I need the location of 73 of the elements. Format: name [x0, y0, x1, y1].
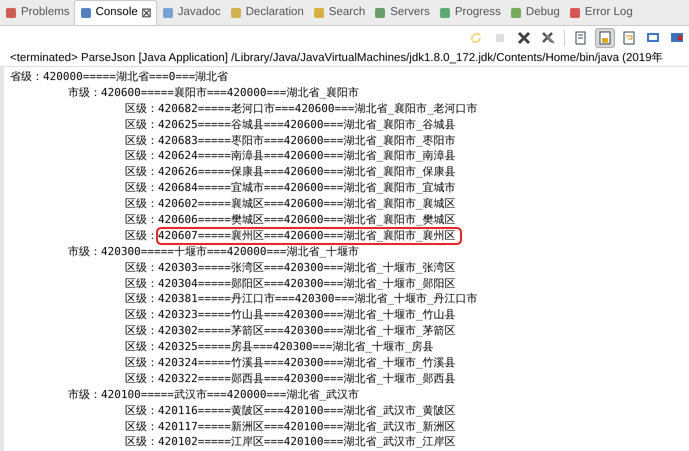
output-label: 区级：	[125, 196, 158, 212]
panel-tab[interactable]: Servers	[369, 0, 434, 25]
output-text: 420625=====谷城县===420600===湖北省_襄阳市_谷城县	[158, 116, 456, 133]
output-label: 区级：	[125, 434, 158, 450]
output-label: 区级：	[125, 370, 158, 387]
output-label: 区级：	[125, 100, 158, 117]
output-text: 420606=====樊城区===420600===湖北省_襄阳市_樊城区	[158, 212, 456, 228]
output-label: 区级：	[125, 116, 158, 133]
tab-icon	[508, 6, 523, 20]
output-label: 区级：	[125, 180, 158, 196]
highlighted-output-text: 420607=====襄州区===420600===湖北省_襄阳市_襄州区	[158, 228, 460, 243]
output-text: 420117=====新洲区===420100===湖北省_武汉市_新洲区	[158, 418, 456, 434]
tab-icon	[438, 6, 452, 20]
tab-icon	[373, 6, 388, 20]
output-text: 420325=====房县===420300===湖北省_十堰市_房县	[158, 339, 434, 356]
output-text: 420302=====茅箭区===420300===湖北省_十堰市_茅箭区	[158, 323, 456, 340]
output-label: 区级：	[125, 148, 158, 164]
panel-tab[interactable]: Console ⊠	[74, 0, 157, 25]
toolbar-button[interactable]	[595, 28, 615, 48]
output-label: 区级：	[125, 291, 158, 308]
output-text: 420102=====江岸区===420100===湖北省_武汉市_江岸区	[158, 434, 456, 450]
panel-tab[interactable]: Declaration	[224, 0, 308, 25]
output-label: 市级：	[68, 244, 101, 260]
output-text: 420683=====枣阳市===420600===湖北省_襄阳市_枣阳市	[158, 132, 456, 148]
output-label: 区级：	[125, 228, 158, 244]
close-icon	[516, 30, 532, 46]
tab-icon	[78, 6, 93, 20]
output-text: 420000=====湖北省===0===湖北省	[43, 69, 228, 85]
output-text: 420684=====宜城市===420600===湖北省_襄阳市_宜城市	[158, 180, 456, 196]
close-icon[interactable]: ⊠	[140, 3, 152, 23]
output-label: 区级：	[125, 276, 158, 292]
output-text: 420626=====保康县===420600===湖北省_襄阳市_保康县	[158, 164, 456, 180]
output-text: 420304=====郧阳区===420300===湖北省_十堰市_郧阳区	[158, 276, 456, 292]
panel-tab[interactable]: Error Log	[564, 0, 637, 25]
output-label: 区级：	[125, 164, 158, 180]
lock-document-icon	[597, 30, 613, 46]
panel-tab[interactable]: Search	[308, 0, 370, 25]
process-line: <terminated> ParseJson [Java Application] /Library/Java/JavaVirtualMachines/jdk1.8.0_172.jdk/Contents/Home/bin/java (2019年	[9, 50, 665, 66]
output-label: 区级：	[125, 355, 158, 371]
output-label: 区级：	[125, 323, 158, 340]
output-label: 区级：	[125, 212, 158, 228]
output-text: 420602=====襄城区===420600===湖北省_襄阳市_襄城区	[158, 196, 456, 212]
output-label: 区级：	[125, 132, 158, 148]
arrows-icon	[468, 30, 484, 46]
output-label: 区级：	[125, 307, 158, 324]
panel-tab[interactable]: Problems	[0, 0, 74, 25]
tab-icon	[4, 6, 18, 20]
double-x-icon	[540, 30, 556, 46]
output-label: 省级：	[10, 69, 43, 85]
output-label: 区级：	[125, 260, 158, 276]
output-text: 420100=====武汉市===420000===湖北省_武汉市	[101, 386, 359, 403]
output-text: 420381=====丹江口市===420300===湖北省_十堰市_丹江口市	[158, 291, 478, 308]
output-text: 420624=====南漳县===420600===湖北省_襄阳市_南漳县	[158, 148, 456, 164]
panel-tab[interactable]: Debug	[504, 0, 564, 25]
tab-icon	[228, 6, 243, 20]
tab-icon	[160, 6, 175, 20]
output-text: 420324=====竹溪县===420300===湖北省_十堰市_竹溪县	[158, 355, 456, 371]
panel-tab[interactable]: Javadoc	[156, 0, 225, 25]
output-label: 区级：	[125, 402, 158, 419]
output-text: 420323=====竹山县===420300===湖北省_十堰市_竹山县	[158, 307, 456, 324]
output-text: 420682=====老河口市===420600===湖北省_襄阳市_老河口市	[158, 100, 478, 117]
output-label: 区级：	[125, 339, 158, 356]
output-label: 区级：	[125, 418, 158, 434]
tab-icon	[312, 6, 326, 20]
output-text: 420300=====十堰市===420000===湖北省_十堰市	[101, 244, 359, 260]
output-label: 市级：	[68, 386, 101, 403]
tab-icon	[568, 6, 582, 20]
output-text: 420600=====襄阳市===420000===湖北省_襄阳市	[101, 84, 359, 101]
output-label: 市级：	[68, 84, 101, 101]
output-text: 420116=====黄陂区===420100===湖北省_武汉市_黄陂区	[158, 402, 456, 419]
output-text: 420322=====郧西县===420300===湖北省_十堰市_郧西县	[158, 370, 456, 387]
panel-tab[interactable]: Progress	[434, 0, 505, 25]
output-text: 420303=====张湾区===420300===湖北省_十堰市_张湾区	[158, 260, 456, 276]
